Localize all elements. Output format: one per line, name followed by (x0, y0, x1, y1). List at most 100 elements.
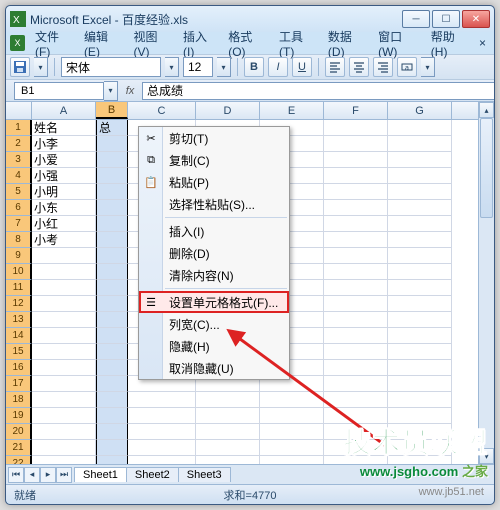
ctx-paste-special[interactable]: 选择性粘贴(S)... (139, 193, 289, 215)
row-header[interactable]: 16 (6, 360, 32, 376)
cell[interactable] (96, 168, 128, 184)
cell[interactable] (96, 328, 128, 344)
cell[interactable] (324, 264, 388, 280)
cell[interactable] (96, 232, 128, 248)
row-header[interactable]: 19 (6, 408, 32, 424)
col-header-C[interactable]: C (128, 102, 196, 119)
cell[interactable] (388, 280, 452, 296)
cell[interactable] (96, 136, 128, 152)
doc-close-button[interactable]: × (475, 36, 490, 50)
cell[interactable]: 小爱 (32, 152, 96, 168)
cell[interactable] (388, 376, 452, 392)
cell[interactable]: 小明 (32, 184, 96, 200)
menu-view[interactable]: 视图(V) (127, 26, 177, 61)
sheet-tab-2[interactable]: Sheet2 (126, 467, 179, 482)
cell[interactable] (32, 264, 96, 280)
col-header-D[interactable]: D (196, 102, 260, 119)
col-header-F[interactable]: F (324, 102, 388, 119)
cell[interactable] (388, 360, 452, 376)
menu-edit[interactable]: 编辑(E) (78, 26, 128, 61)
align-center-button[interactable] (349, 57, 369, 77)
col-header-B[interactable]: B (96, 102, 128, 119)
cell[interactable] (388, 120, 452, 136)
row-header[interactable]: 2 (6, 136, 32, 152)
cell[interactable] (388, 312, 452, 328)
cell[interactable]: 小李 (32, 136, 96, 152)
cell[interactable] (388, 328, 452, 344)
menu-window[interactable]: 窗口(W) (372, 26, 425, 61)
cell[interactable] (96, 440, 128, 456)
sheet-tab-1[interactable]: Sheet1 (74, 467, 127, 482)
cell[interactable] (196, 424, 260, 440)
menu-format[interactable]: 格式(O) (222, 26, 273, 61)
cell[interactable] (388, 200, 452, 216)
cell[interactable] (32, 328, 96, 344)
fontsize-select[interactable]: 12 (183, 57, 213, 77)
cell[interactable] (260, 440, 324, 456)
menu-insert[interactable]: 插入(I) (177, 26, 222, 61)
menu-help[interactable]: 帮助(H) (425, 26, 475, 61)
align-left-button[interactable] (325, 57, 345, 77)
cell[interactable]: 总 (96, 120, 128, 136)
font-dropdown[interactable]: ▾ (165, 57, 179, 77)
ctx-format-cells[interactable]: ☰设置单元格格式(F)... (139, 291, 289, 313)
align-right-button[interactable] (373, 57, 393, 77)
cell[interactable] (32, 280, 96, 296)
font-select[interactable]: 宋体 (61, 57, 161, 77)
cell[interactable] (96, 376, 128, 392)
cell[interactable] (388, 232, 452, 248)
cell[interactable] (32, 392, 96, 408)
cell[interactable] (96, 248, 128, 264)
ctx-cut[interactable]: ✂剪切(T) (139, 127, 289, 149)
cell[interactable] (388, 264, 452, 280)
cell[interactable] (388, 168, 452, 184)
col-header-A[interactable]: A (32, 102, 96, 119)
row-header[interactable]: 4 (6, 168, 32, 184)
ctx-delete[interactable]: 删除(D) (139, 242, 289, 264)
cell[interactable] (388, 216, 452, 232)
cell[interactable] (324, 376, 388, 392)
menu-data[interactable]: 数据(D) (322, 26, 372, 61)
sheet-tab-3[interactable]: Sheet3 (178, 467, 231, 482)
row-header[interactable]: 9 (6, 248, 32, 264)
col-header-G[interactable]: G (388, 102, 452, 119)
cell[interactable] (324, 312, 388, 328)
cell[interactable] (324, 296, 388, 312)
cell[interactable] (96, 408, 128, 424)
cell[interactable] (96, 264, 128, 280)
cell[interactable] (324, 328, 388, 344)
cell[interactable] (96, 296, 128, 312)
cell[interactable] (260, 408, 324, 424)
cell[interactable] (324, 152, 388, 168)
cell[interactable] (96, 200, 128, 216)
cell[interactable] (388, 184, 452, 200)
cell[interactable] (324, 344, 388, 360)
cell[interactable] (32, 408, 96, 424)
cell[interactable] (388, 296, 452, 312)
cell[interactable] (324, 392, 388, 408)
tab-nav-prev[interactable]: ◂ (24, 467, 40, 483)
cell[interactable]: 小东 (32, 200, 96, 216)
cell[interactable] (324, 200, 388, 216)
ctx-hide[interactable]: 隐藏(H) (139, 335, 289, 357)
merge-dropdown[interactable]: ▾ (421, 57, 435, 77)
cell[interactable] (32, 440, 96, 456)
vertical-scrollbar[interactable]: ▴ ▾ (478, 102, 494, 464)
row-header[interactable]: 11 (6, 280, 32, 296)
cell[interactable] (324, 232, 388, 248)
cell[interactable] (388, 248, 452, 264)
row-header[interactable]: 20 (6, 424, 32, 440)
cell[interactable] (96, 152, 128, 168)
cell[interactable] (196, 392, 260, 408)
cell[interactable] (324, 280, 388, 296)
cell[interactable] (128, 408, 196, 424)
cell[interactable]: 小强 (32, 168, 96, 184)
row-header[interactable]: 13 (6, 312, 32, 328)
menu-tools[interactable]: 工具(T) (273, 26, 322, 61)
cell[interactable] (324, 216, 388, 232)
cell[interactable] (128, 392, 196, 408)
ctx-paste[interactable]: 📋粘贴(P) (139, 171, 289, 193)
formula-input[interactable]: 总成绩 (142, 82, 494, 100)
tab-nav-next[interactable]: ▸ (40, 467, 56, 483)
fontsize-dropdown[interactable]: ▾ (217, 57, 231, 77)
